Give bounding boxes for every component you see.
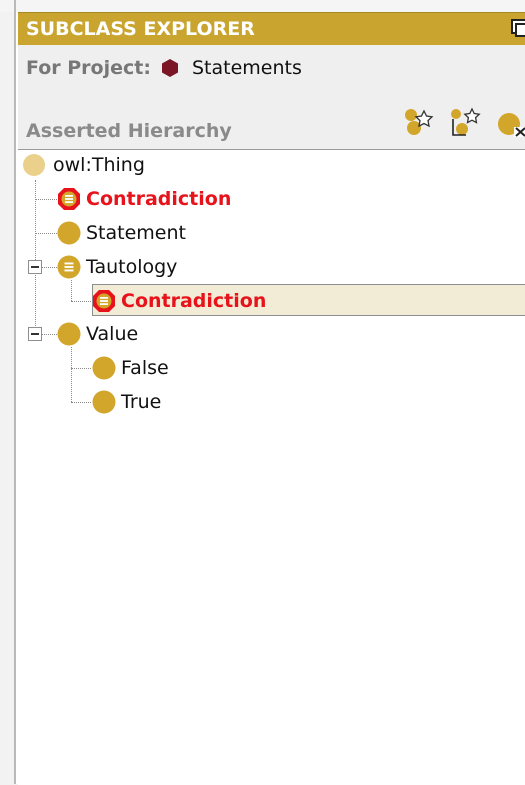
- project-name: Statements: [192, 57, 302, 79]
- create-sibling-class-icon[interactable]: [448, 107, 482, 139]
- tree-connector: [71, 347, 72, 402]
- tree-connector: [71, 301, 91, 302]
- tree-connector: [71, 402, 91, 403]
- class-icon: [57, 322, 81, 346]
- tautology-collapse-toggle[interactable]: [28, 260, 42, 274]
- tree-node-false[interactable]: False: [92, 353, 169, 383]
- tree-connector: [71, 368, 91, 369]
- tree-node-value[interactable]: Value: [57, 319, 138, 349]
- tree-node-label: Contradiction: [86, 188, 232, 210]
- delete-class-icon[interactable]: [496, 107, 525, 139]
- tree-node-label: Tautology: [86, 256, 178, 278]
- maximize-panel-icon[interactable]: [510, 18, 525, 38]
- project-label: For Project:: [26, 57, 151, 79]
- tree-node-owl-thing[interactable]: owl:Thing: [22, 150, 145, 180]
- tree-node-label: owl:Thing: [53, 154, 145, 176]
- class-icon: [92, 390, 116, 414]
- tree-node-label: True: [121, 391, 162, 413]
- tree-node-contradiction[interactable]: Contradiction: [57, 184, 231, 214]
- project-area: For Project: Statements Asserted Hierarc…: [18, 45, 525, 149]
- tree-connector: [35, 233, 57, 234]
- tree-node-label: Statement: [86, 222, 186, 244]
- inconsistent-class-icon: [93, 290, 115, 312]
- tree-connector: [42, 267, 57, 268]
- project-hexagon-icon: [162, 59, 178, 77]
- window-top-strip: [0, 0, 525, 12]
- class-icon: [57, 221, 81, 245]
- hierarchy-label: Asserted Hierarchy: [26, 120, 232, 142]
- tree-node-label: False: [121, 357, 169, 379]
- inconsistent-class-icon: [58, 188, 80, 210]
- tree-node-label: Contradiction: [121, 290, 267, 312]
- create-subclass-icon[interactable]: [402, 107, 436, 139]
- tree-connector: [35, 199, 57, 200]
- tree-node-label: Value: [86, 323, 139, 345]
- class-icon: [23, 154, 45, 176]
- defined-class-icon: [57, 255, 81, 279]
- tree-node-tautology[interactable]: Tautology: [57, 252, 177, 282]
- panel-title: SUBCLASS EXPLORER: [26, 18, 255, 40]
- class-hierarchy-tree: owl:Thing Contradiction Statement Tautol…: [18, 149, 525, 785]
- class-icon: [92, 356, 116, 380]
- panel-titlebar: SUBCLASS EXPLORER: [18, 12, 525, 46]
- tree-node-true[interactable]: True: [92, 387, 161, 417]
- tree-connector: [42, 334, 57, 335]
- tree-node-contradiction-selected[interactable]: Contradiction: [92, 286, 266, 316]
- tree-connector: [71, 280, 72, 301]
- tree-node-statement[interactable]: Statement: [57, 218, 186, 248]
- value-collapse-toggle[interactable]: [28, 327, 42, 341]
